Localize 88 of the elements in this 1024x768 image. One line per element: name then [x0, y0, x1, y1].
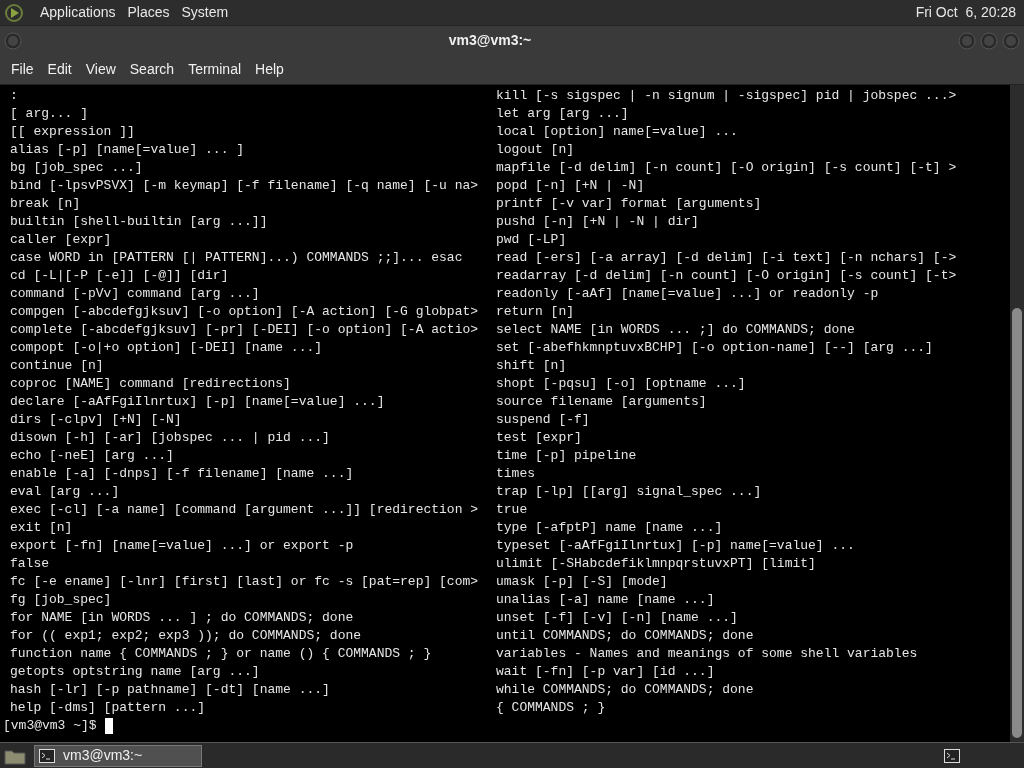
terminal-line: wait [-fn] [-p var] [id ...] [496, 663, 716, 681]
clock[interactable]: Fri Oct 6, 20:28 [915, 2, 1020, 23]
terminal-line: builtin [shell-builtin [arg ...]] [10, 213, 269, 231]
terminal-line: alias [-p] [name[=value] ... ] [10, 141, 246, 159]
cursor [104, 718, 113, 734]
terminal-icon [39, 748, 55, 763]
terminal-line: [[ expression ]] [10, 123, 136, 141]
terminal-line: unset [-f] [-v] [-n] [name ...] [496, 609, 739, 627]
terminal-line: unalias [-a] name [name ...] [496, 591, 716, 609]
terminal-line: true [496, 501, 529, 519]
terminal-line: type [-afptP] name [name ...] [496, 519, 724, 537]
terminal-line: shopt [-pqsu] [-o] [optname ...] [496, 375, 747, 393]
terminal-line: bind [-lpsvPSVX] [-m keymap] [-f filename] [-q name] [-u na> [10, 177, 480, 195]
terminal-line: ulimit [-SHabcdefiklmnpqrstuvxPT] [limit] [496, 555, 817, 573]
terminal-line: times [496, 465, 536, 483]
terminal-line: compopt [-o|+o option] [-DEI] [name ...] [10, 339, 324, 357]
prompt: [vm3@vm3 ~]$ [3, 717, 97, 736]
terminal-line: until COMMANDS; do COMMANDS; done [496, 627, 755, 645]
terminal-line: case WORD in [PATTERN [| PATTERN]...) COMMANDS ;;]... esac [10, 249, 464, 267]
scrollbar[interactable] [1010, 85, 1024, 742]
menu-item[interactable]: View [78, 59, 123, 80]
terminal-line: eval [arg ...] [10, 483, 121, 501]
terminal-line: shift [n] [496, 357, 568, 375]
terminal-line: readarray [-d delim] [-n count] [-O origin] [-s count] [-t> [496, 267, 958, 285]
terminal-line: source filename [arguments] [496, 393, 708, 411]
terminal-line: enable [-a] [-dnps] [-f filename] [name ...] [10, 465, 355, 483]
terminal-line: [ arg... ] [10, 105, 89, 123]
terminal-line: typeset [-aAfFgiIlnrtux] [-p] name[=value] ... [496, 537, 856, 555]
terminal-line: : [10, 87, 19, 105]
menu-item[interactable]: Terminal [181, 59, 249, 80]
panel-menu[interactable]: Applications [34, 2, 122, 23]
terminal-line: caller [expr] [10, 231, 113, 249]
terminal-line: exec [-cl] [-a name] [command [argument ...]] [redirection > [10, 501, 480, 519]
terminal-line: { COMMANDS ; } [496, 699, 607, 717]
terminal-line: umask [-p] [-S] [mode] [496, 573, 669, 591]
terminal-line: dirs [-clpv] [+N] [-N] [10, 411, 183, 429]
terminal-line: bg [job_spec ...] [10, 159, 144, 177]
terminal-line: variables - Names and meanings of some shell variables [496, 645, 919, 663]
terminal-line: readonly [-aAf] [name[=value] ...] or readonly -p [496, 285, 880, 303]
terminal-line: break [n] [10, 195, 82, 213]
terminal-line: continue [n] [10, 357, 105, 375]
terminal-line: function name { COMMANDS ; } or name () { COMMANDS ; } [10, 645, 433, 663]
terminal-line: hash [-lr] [-p pathname] [-dt] [name ...] [10, 681, 331, 699]
menu-item[interactable]: Help [248, 59, 291, 80]
terminal-line: read [-ers] [-a array] [-d delim] [-i text] [-n nchars] [-> [496, 249, 958, 267]
terminal-line: pwd [-LP] [496, 231, 568, 249]
terminal-line: cd [-L|[-P [-e]] [-@]] [dir] [10, 267, 230, 285]
terminal-line: disown [-h] [-ar] [jobspec ... | pid ...] [10, 429, 331, 447]
menu-item[interactable]: Search [122, 59, 182, 80]
terminal-line: pushd [-n] [+N | -N | dir] [496, 213, 700, 231]
task-button[interactable]: vm3@vm3:~ [34, 744, 202, 767]
terminal-line: popd [-n] [+N | -N] [496, 177, 646, 195]
terminal-line: declare [-aAfFgiIlnrtux] [-p] [name[=value] ...] [10, 393, 386, 411]
window-title: vm3@vm3:~ [448, 31, 532, 50]
terminal-line: suspend [-f] [496, 411, 591, 429]
terminal-line: let arg [arg ...] [496, 105, 630, 123]
terminal-line: coproc [NAME] command [redirections] [10, 375, 292, 393]
terminal-icon [944, 748, 960, 763]
terminal-line: getopts optstring name [arg ...] [10, 663, 261, 681]
terminal-line: echo [-neE] [arg ...] [10, 447, 175, 465]
panel-menu[interactable]: Places [121, 2, 176, 23]
terminal-line: time [-p] pipeline [496, 447, 638, 465]
terminal-line: for NAME [in WORDS ... ] ; do COMMANDS; done [10, 609, 355, 627]
terminal-line: while COMMANDS; do COMMANDS; done [496, 681, 755, 699]
terminal-line: fg [job_spec] [10, 591, 113, 609]
terminal-line: set [-abefhkmnptuvxBCHP] [-o option-name] [--] [arg ...] [496, 339, 934, 357]
terminal-line: false [10, 555, 50, 573]
terminal-line: logout [n] [496, 141, 575, 159]
play-logo-icon[interactable] [4, 2, 26, 23]
terminal-line: kill [-s sigspec | -n signum | -sigspec] pid | jobspec ...> [496, 87, 958, 105]
terminal-line: help [-dms] [pattern ...] [10, 699, 207, 717]
terminal-line: return [n] [496, 303, 575, 321]
terminal-line: fc [-e ename] [-lnr] [first] [last] or fc -s [pat=rep] [com> [10, 573, 480, 591]
terminal-line: for (( exp1; exp2; exp3 )); do COMMANDS; done [10, 627, 363, 645]
terminal-line: command [-pVv] command [arg ...] [10, 285, 261, 303]
terminal-line: test [expr] [496, 429, 583, 447]
terminal-line: export [-fn] [name[=value] ...] or export -p [10, 537, 355, 555]
terminal-line: select NAME [in WORDS ... ;] do COMMANDS; done [496, 321, 856, 339]
terminal-line: trap [-lp] [[arg] signal_spec ...] [496, 483, 763, 501]
terminal-line: complete [-abcdefgjksuv] [-pr] [-DEI] [-o option] [-A actio> [10, 321, 480, 339]
terminal-line: printf [-v var] format [arguments] [496, 195, 763, 213]
menu-item[interactable]: File [4, 59, 41, 80]
terminal-line: mapfile [-d delim] [-n count] [-O origin] [-s count] [-t] > [496, 159, 958, 177]
terminal-line: exit [n] [10, 519, 74, 537]
panel-menu[interactable]: System [175, 2, 235, 23]
menu-item[interactable]: Edit [40, 59, 79, 80]
terminal-line: local [option] name[=value] ... [496, 123, 739, 141]
terminal-line: compgen [-abcdefgjksuv] [-o option] [-A action] [-G globpat> [10, 303, 480, 321]
